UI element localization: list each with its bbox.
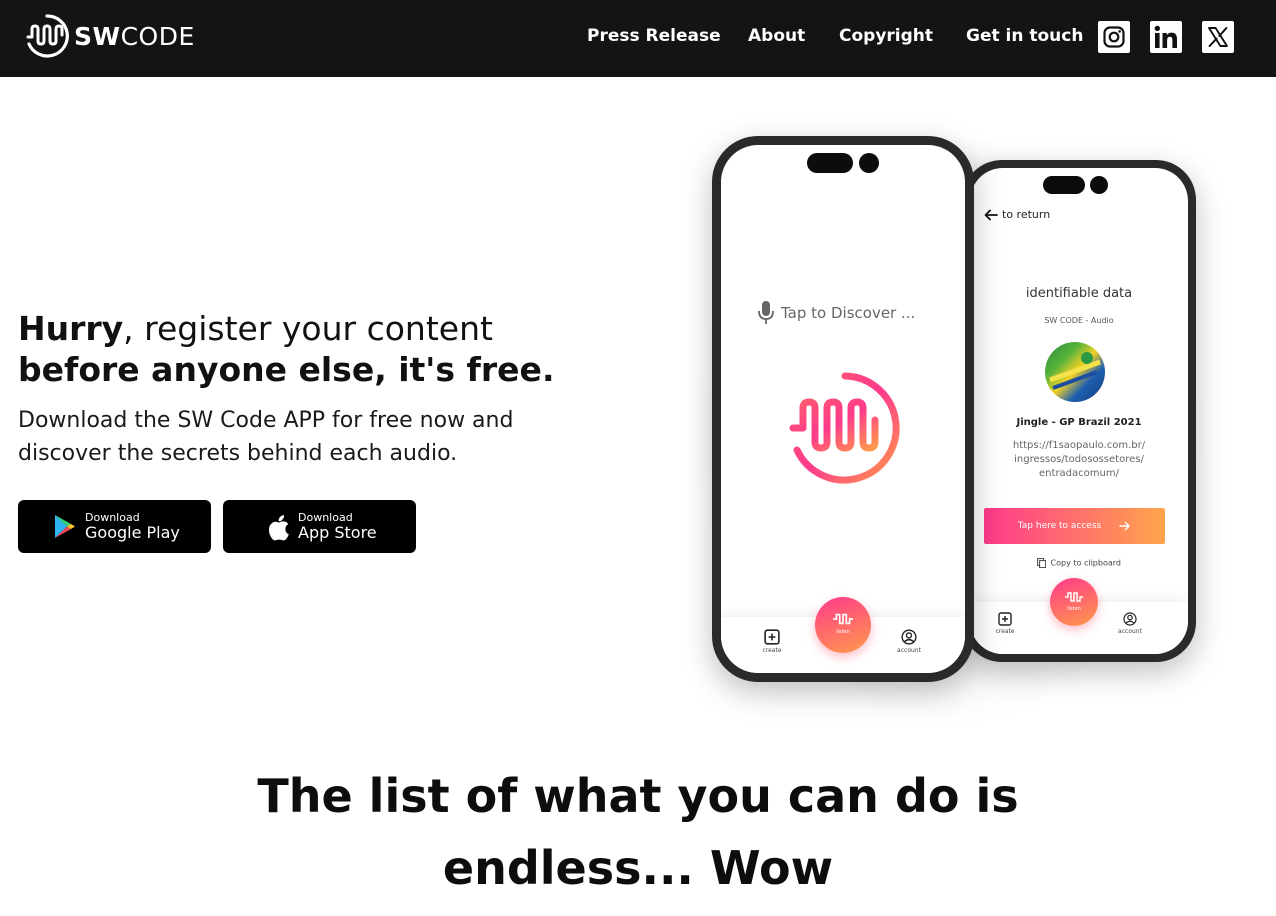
track-url-line1: https://f1saopaulo.com.br/ <box>1012 440 1146 451</box>
tap-to-discover[interactable]: Tap to Discover ... <box>757 300 915 326</box>
nav-about[interactable]: About <box>748 26 805 46</box>
section-heading-line1: The list of what you can do is <box>257 769 1019 823</box>
logo-wave-icon <box>26 14 69 58</box>
track-title: Jingle - GP Brazil 2021 <box>1016 417 1142 428</box>
hero-subtitle-line2: discover the secrets behind each audio. <box>18 441 458 466</box>
tab-account-label: account <box>1118 628 1142 635</box>
plus-square-icon <box>998 612 1012 626</box>
return-label: to return <box>1002 208 1051 221</box>
track-thumbnail <box>1045 342 1105 402</box>
nav-press-release[interactable]: Press Release <box>587 26 721 46</box>
tab-create-label: create <box>762 647 782 654</box>
track-url-line2: ingressos/todosossetores/ <box>1014 454 1144 465</box>
phone-discover-screen: Tap to Discover ... create listen accoun… <box>721 145 965 673</box>
plus-square-icon <box>764 629 780 645</box>
logo-wordmark: SWCODE <box>74 22 195 51</box>
identifiable-data-heading: identifiable data <box>1025 286 1133 301</box>
swcode-gradient-logo-icon[interactable] <box>787 370 903 486</box>
tab-account-label: account <box>897 647 921 654</box>
listen-wave-icon <box>833 613 853 625</box>
tab-account[interactable]: account <box>1110 612 1150 635</box>
return-link[interactable]: to return <box>984 208 1050 221</box>
phone-result-screen: to return identifiable data SW CODE - Au… <box>970 168 1188 654</box>
listen-label: listen <box>836 629 850 635</box>
instagram-link[interactable] <box>1098 21 1130 53</box>
hero-headline-rest: , register your content <box>123 309 493 348</box>
result-tab-bar: create listen account <box>970 578 1188 654</box>
hero-headline: Hurry, register your content before anyo… <box>18 308 578 390</box>
copy-label: Copy to clipboard <box>1050 558 1121 568</box>
listen-wave-icon <box>1065 592 1083 602</box>
hero-headline-line2: before anyone else, it's free. <box>18 350 555 389</box>
source-label: SW CODE - Audio <box>1044 316 1114 325</box>
microphone-icon <box>758 301 774 324</box>
track-url[interactable]: https://f1saopaulo.com.br/ ingressos/tod… <box>970 439 1188 481</box>
section-heading-line2: endless... Wow <box>442 841 834 895</box>
logo-text-light: CODE <box>120 21 195 51</box>
logo-text-bold: SW <box>74 21 121 51</box>
tab-create[interactable]: create <box>757 629 787 654</box>
access-button-label: Tap here to access <box>1017 521 1102 531</box>
google-play-button[interactable]: Download Google Play <box>18 500 211 553</box>
linkedin-icon <box>1154 25 1177 48</box>
arrow-left-icon <box>984 209 998 220</box>
linkedin-link[interactable] <box>1150 21 1182 53</box>
access-button[interactable]: Tap here to access <box>984 508 1165 544</box>
section-heading: The list of what you can do is endless..… <box>0 760 1276 904</box>
x-link[interactable] <box>1202 21 1234 53</box>
tab-account[interactable]: account <box>889 629 929 654</box>
google-play-label: Google Play <box>85 523 180 542</box>
x-icon <box>1208 27 1228 47</box>
instagram-icon <box>1103 26 1125 48</box>
copy-icon <box>1037 558 1047 569</box>
track-url-line3: entradacomum/ <box>1039 468 1119 479</box>
track-artwork-icon <box>1049 352 1101 390</box>
camera-dot <box>1090 176 1108 194</box>
arrow-right-icon <box>1119 521 1130 531</box>
listen-label: listen <box>1067 606 1081 612</box>
phone-mockup-discover: Tap to Discover ... create listen accoun… <box>712 136 974 682</box>
listen-button[interactable]: listen <box>815 597 871 653</box>
camera-dot <box>859 153 879 173</box>
swcode-logo[interactable]: SWCODE <box>24 13 195 59</box>
tab-create[interactable]: create <box>990 612 1020 635</box>
dynamic-island <box>1043 176 1085 194</box>
phone-mockup-result: to return identifiable data SW CODE - Au… <box>962 160 1196 662</box>
app-store-button[interactable]: Download App Store <box>223 500 416 553</box>
google-play-icon <box>55 515 75 538</box>
account-icon <box>901 629 917 645</box>
tab-create-label: create <box>995 628 1015 635</box>
nav-get-in-touch[interactable]: Get in touch <box>966 26 1083 46</box>
top-nav: SWCODE Press Release About Copyright Get… <box>0 0 1276 77</box>
hero-subtitle: Download the SW Code APP for free now an… <box>18 404 558 470</box>
app-store-label: App Store <box>298 523 377 542</box>
listen-button[interactable]: listen <box>1050 578 1098 626</box>
hero-headline-emphasis: Hurry <box>18 309 124 348</box>
account-icon <box>1123 612 1137 626</box>
copy-to-clipboard[interactable]: Copy to clipboard <box>970 558 1188 569</box>
discover-tab-bar: create listen account <box>721 597 965 673</box>
apple-icon <box>269 515 289 541</box>
nav-copyright[interactable]: Copyright <box>839 26 933 46</box>
dynamic-island <box>807 153 853 173</box>
hero-subtitle-line1: Download the SW Code APP for free now an… <box>18 408 514 433</box>
tap-to-discover-label: Tap to Discover ... <box>781 304 916 322</box>
